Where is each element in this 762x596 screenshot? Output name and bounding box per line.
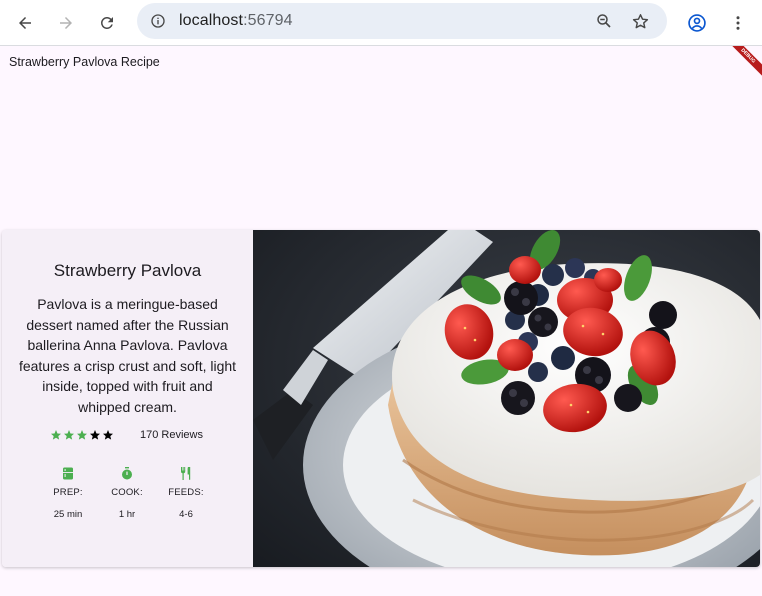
star-icon — [64, 430, 74, 440]
star-icon — [103, 430, 113, 440]
bookmark-button[interactable] — [624, 5, 656, 37]
arrow-forward-icon — [60, 17, 72, 29]
url-port: :56794 — [243, 12, 293, 29]
kitchen-icon — [63, 467, 73, 480]
feeds-value: 4-6 — [179, 509, 193, 520]
profile-button[interactable] — [681, 7, 713, 39]
recipe-title: Strawberry Pavlova — [53, 261, 202, 280]
star-icon — [77, 430, 87, 440]
prep-label: PREP: — [53, 487, 83, 498]
forward-button[interactable] — [50, 7, 82, 39]
account-icon — [688, 14, 706, 32]
restaurant-icon — [181, 467, 191, 480]
feeds-label: FEEDS: — [168, 487, 204, 498]
debug-banner: DEBUG — [732, 46, 762, 76]
address-bar[interactable]: localhost:56794 — [137, 3, 667, 39]
star-icon — [51, 430, 61, 440]
cook-info: COOK: 1 hr — [102, 467, 152, 520]
star-rating — [50, 429, 114, 441]
recipe-description: Pavlova is a meringue-based dessert name… — [18, 296, 237, 415]
prep-info: PREP: 25 min — [43, 467, 93, 520]
cook-label: COOK: — [111, 487, 143, 498]
more-vert-icon — [736, 16, 740, 30]
recipe-card: Strawberry Pavlova Pavlova is a meringue… — [2, 230, 760, 567]
reload-button[interactable] — [91, 7, 123, 39]
prep-value: 25 min — [53, 509, 83, 520]
back-button[interactable] — [9, 7, 41, 39]
pavlova-photo — [253, 230, 760, 567]
star-icon — [90, 430, 100, 440]
zoom-button[interactable] — [588, 5, 620, 37]
site-info-icon[interactable] — [147, 10, 169, 32]
star-outline-icon — [632, 13, 648, 28]
url-text: localhost:56794 — [179, 12, 293, 30]
timer-icon — [122, 467, 132, 480]
recipe-details-panel: Strawberry Pavlova Pavlova is a meringue… — [2, 230, 253, 567]
rating-row: 170 Reviews — [2, 429, 253, 443]
feeds-info: FEEDS: 4-6 — [161, 467, 211, 520]
cook-value: 1 hr — [118, 509, 136, 520]
menu-button[interactable] — [722, 7, 754, 39]
debug-banner-text: DEBUG — [732, 46, 762, 76]
zoom-out-icon — [597, 14, 611, 28]
app-title: Strawberry Pavlova Recipe — [9, 55, 160, 69]
browser-toolbar: localhost:56794 — [0, 0, 762, 46]
url-host: localhost — [179, 12, 244, 29]
arrow-back-icon — [19, 17, 31, 29]
review-count: 170 Reviews — [140, 429, 203, 441]
reload-icon — [100, 16, 113, 29]
